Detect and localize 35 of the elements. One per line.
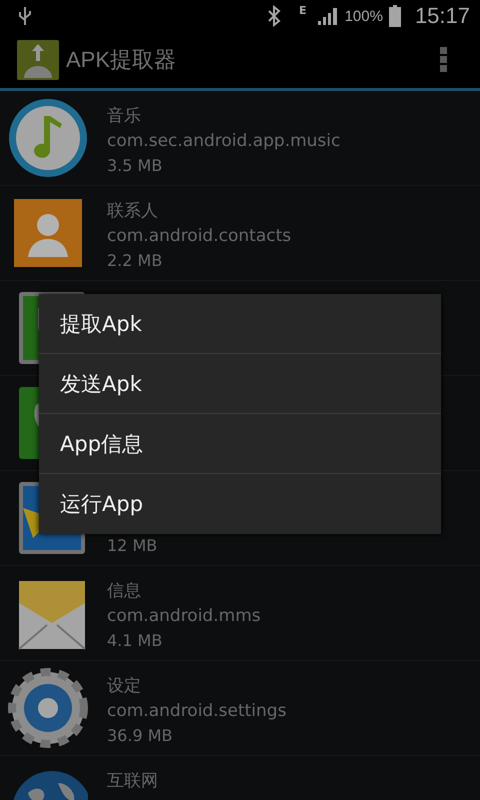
menu-item[interactable]: 发送Apk [39, 354, 441, 414]
app-row[interactable]: 联系人 com.android.contacts 2.2 MB [0, 186, 480, 281]
menu-item[interactable]: App信息 [39, 414, 441, 474]
settings-icon [8, 668, 88, 748]
app-size: 4.1 MB [107, 630, 164, 652]
app-name: 互联网 [107, 770, 158, 792]
battery-icon [388, 5, 401, 27]
network-type: E [299, 4, 307, 17]
app-name: 音乐 [107, 105, 142, 127]
package-name: com.sec.android.app.music [107, 130, 340, 152]
package-name: com.android.contacts [107, 225, 292, 247]
app-size: 36.9 MB [107, 725, 174, 747]
signal-icon [316, 6, 339, 26]
music-icon [8, 98, 88, 178]
bluetooth-icon [267, 5, 282, 27]
menu-item[interactable]: 提取Apk [39, 294, 441, 354]
app-name: 信息 [107, 580, 142, 602]
overflow-menu-icon[interactable] [440, 47, 448, 73]
app-logo-icon [17, 40, 59, 80]
package-name: com.android.mms [107, 605, 261, 627]
clock: 15:17 [414, 3, 470, 29]
battery-level: 100% [344, 8, 383, 24]
usb-icon [18, 6, 32, 26]
app-row[interactable]: 音乐 com.sec.android.app.music 3.5 MB [0, 91, 480, 186]
package-name: com.android.settings [107, 700, 286, 722]
app-row[interactable]: 设定 com.android.settings 36.9 MB [0, 661, 480, 756]
app-size: 3.5 MB [107, 155, 164, 177]
app-size: 2.2 MB [107, 250, 164, 272]
app-row[interactable]: 信息 com.android.mms 4.1 MB [0, 566, 480, 661]
app-size: 12 MB [107, 535, 158, 557]
app-row[interactable]: 互联网 [0, 756, 480, 800]
app-title: APK提取器 [66, 46, 176, 74]
menu-item[interactable]: 运行App [39, 474, 441, 534]
app-name: 联系人 [107, 200, 159, 222]
app-name: 设定 [107, 675, 142, 697]
